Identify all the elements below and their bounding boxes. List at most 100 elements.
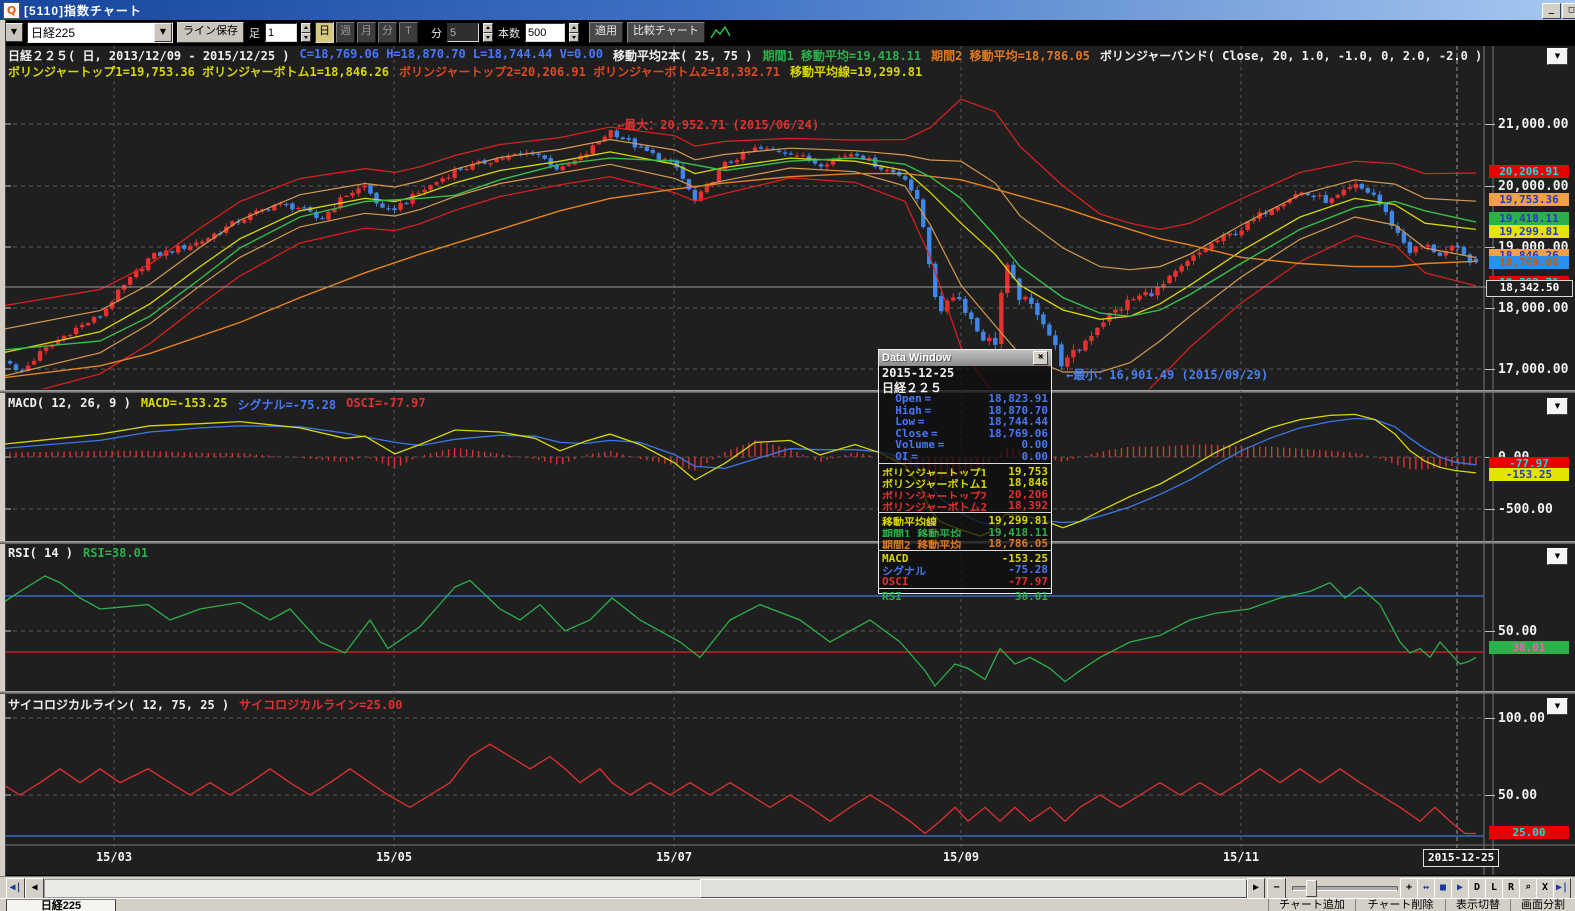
data-window-row: OSCI -77.97 [879,575,1051,587]
main-axis-tick: 21,000.00 [1485,117,1568,132]
data-window-cell [987,488,999,500]
data-window-row: シグナル -75.28 [879,563,1051,575]
data-window-cell: シグナル [882,563,926,575]
main-axis-tick: 18,000.00 [1485,301,1568,316]
axis-scale-dropdown-icon[interactable]: ▼ [1547,398,1568,415]
data-window-row: 期間1 移動平均19,418.11 [879,526,1051,538]
data-window-cell: 18,744.44 [988,415,1048,427]
tick-label: 100.00 [1498,711,1545,726]
data-window-cell: Low [882,415,915,427]
data-window-cell: 19,753 [1008,465,1048,477]
data-window-title: Data Window [882,352,951,364]
data-window-cell: 20,206 [1008,488,1048,500]
xaxis-label: 15/03 [96,850,132,864]
main-chart-header: 日経２２５( 日, 2013/12/09 - 2015/12/25 )C=18,… [8,47,1482,64]
main-price-badge: 20,206.91 [1489,165,1569,178]
data-window-titlebar[interactable]: Data Window × [879,350,1051,366]
header-segment: ボリンジャーバンド( Close, 20, 1.0, -1.0, 0, 2.0,… [1100,47,1482,64]
axis-scale-dropdown-icon[interactable]: ▼ [1547,548,1568,565]
tick-label: 21,000.00 [1498,117,1568,132]
header-segment: 日経２２５( 日, 2013/12/09 - 2015/12/25 ) [8,47,290,64]
data-window-cell: Volume [882,438,935,450]
header-segment: 期間2 移動平均=18,786.05 [931,47,1090,64]
data-window-rows: Open=18,823.91 High=18,870.70 Low=18,744… [879,392,1051,601]
tick-label: -500.00 [1498,502,1553,517]
data-window-cell: OI [882,450,909,462]
xaxis-label: 15/07 [656,850,692,864]
data-window-separator [879,550,1051,551]
psych-axis-tick: 100.00 [1485,711,1545,726]
data-window-cell: 18,846 [1008,476,1048,488]
psych-price-badge: 25.00 [1489,826,1569,839]
data-window-cell: 18,769.06 [988,427,1048,439]
tick-label: 18,000.00 [1498,301,1568,316]
macd-histogram [10,440,1476,481]
data-window-row: 移動平均線19,299.81 [879,514,1051,526]
data-window-cell [909,552,921,564]
data-window-cell: -153.25 [1002,552,1048,564]
header-segment: サイコロジカルライン=25.00 [239,696,402,713]
header-segment: MACD=-153.25 [141,396,228,413]
main-axis-tick: 17,000.00 [1485,362,1568,377]
data-window-row: ボリンジャーボトム1 18,846 [879,476,1051,488]
data-window-cell: -75.28 [1008,563,1048,575]
psych-header: サイコロジカルライン( 12, 75, 25 )サイコロジカルライン=25.00 [8,696,403,713]
data-window-cell: = [909,450,921,462]
max-price-annotation: ←最大：20,952.71 (2015/06/24) [617,116,819,133]
data-window-cell [987,499,999,511]
header-segment: RSI( 14 ) [8,546,73,560]
xaxis-label: 15/09 [943,850,979,864]
data-window-row: OI= 0.00 [879,450,1051,462]
data-window-cell [902,590,914,602]
data-window-cell: = [922,392,934,404]
data-window-cell [987,476,999,488]
data-window-cell: 38.01 [1015,590,1048,602]
data-window-cell: -77.97 [1008,575,1048,587]
main-axis-tick: 20,000.00 [1485,179,1568,194]
main-price-badge: 19,299.81 [1489,225,1569,238]
data-window-cell: 18,786.05 [988,537,1048,549]
data-window-cell: 期間2 移動平均 [882,537,961,549]
header-segment: 移動平均線=19,299.81 [790,63,922,80]
crosshair-date-label: 2015-12-25 [1423,849,1499,867]
data-window-separator [879,588,1051,589]
main-chart-header-2: ボリンジャートップ1=19,753.36 ボリンジャーボトム1=18,846.2… [8,63,922,80]
data-window-cell: Close [882,427,928,439]
data-window-date: 2015-12-25 [879,366,1051,379]
data-window-cell: ボリンジャーボトム2 [882,499,987,511]
data-window-cell: OSCI [882,575,909,587]
data-window-separator [879,512,1051,513]
data-window-row: RSI38.01 [879,590,1051,602]
data-window-cell: 0.00 [1022,438,1049,450]
data-window-cell: 19,299.81 [988,514,1048,526]
axis-scale-dropdown-icon[interactable]: ▼ [1547,48,1568,65]
close-icon[interactable]: × [1033,351,1048,365]
xaxis-label: 15/11 [1223,850,1259,864]
header-segment: OSCI=-77.97 [346,396,425,413]
data-window-row: 期間2 移動平均 18,786.05 [879,537,1051,549]
macd-header: MACD( 12, 26, 9 )MACD=-153.25シグナル=-75.28… [8,396,426,413]
macd-lines [0,414,1476,536]
axis-scale-dropdown-icon[interactable]: ▼ [1547,698,1568,715]
data-window-cell: ボリンジャーボトム1 [882,476,987,488]
data-window-row: ボリンジャーボトム218,392 [879,499,1051,511]
data-window-row: Volume= 0.00 [879,438,1051,450]
data-window-cell: Open [882,392,922,404]
data-window-cell: 18,823.91 [988,392,1048,404]
data-window-cell: 期間1 移動平均 [882,526,961,538]
rsi-price-badge: 38.01 [1489,641,1569,654]
data-window-row: ボリンジャートップ2 20,206 [879,488,1051,500]
main-price-badge: 19,753.36 [1489,193,1569,206]
header-segment: シグナル=-75.28 [238,396,337,413]
data-window-row: Low=18,744.44 [879,415,1051,427]
header-segment: ボリンジャートップ2=20,206.91 ボリンジャーボトム2=18,392.7… [399,63,780,80]
data-window-cell: High [882,404,922,416]
data-window-row: MACD-153.25 [879,552,1051,564]
data-window-cell: 18,870.70 [988,404,1048,416]
data-window-row: ボリンジャートップ1 19,753 [879,465,1051,477]
data-window[interactable]: Data Window × 2015-12-25 日経２２５ Open=18,8… [878,349,1052,594]
data-window-cell: ボリンジャートップ2 [882,488,987,500]
data-window-cell: ボリンジャートップ1 [882,465,987,477]
data-window-cell: = [935,438,947,450]
data-window-cell: 0.00 [1022,450,1049,462]
